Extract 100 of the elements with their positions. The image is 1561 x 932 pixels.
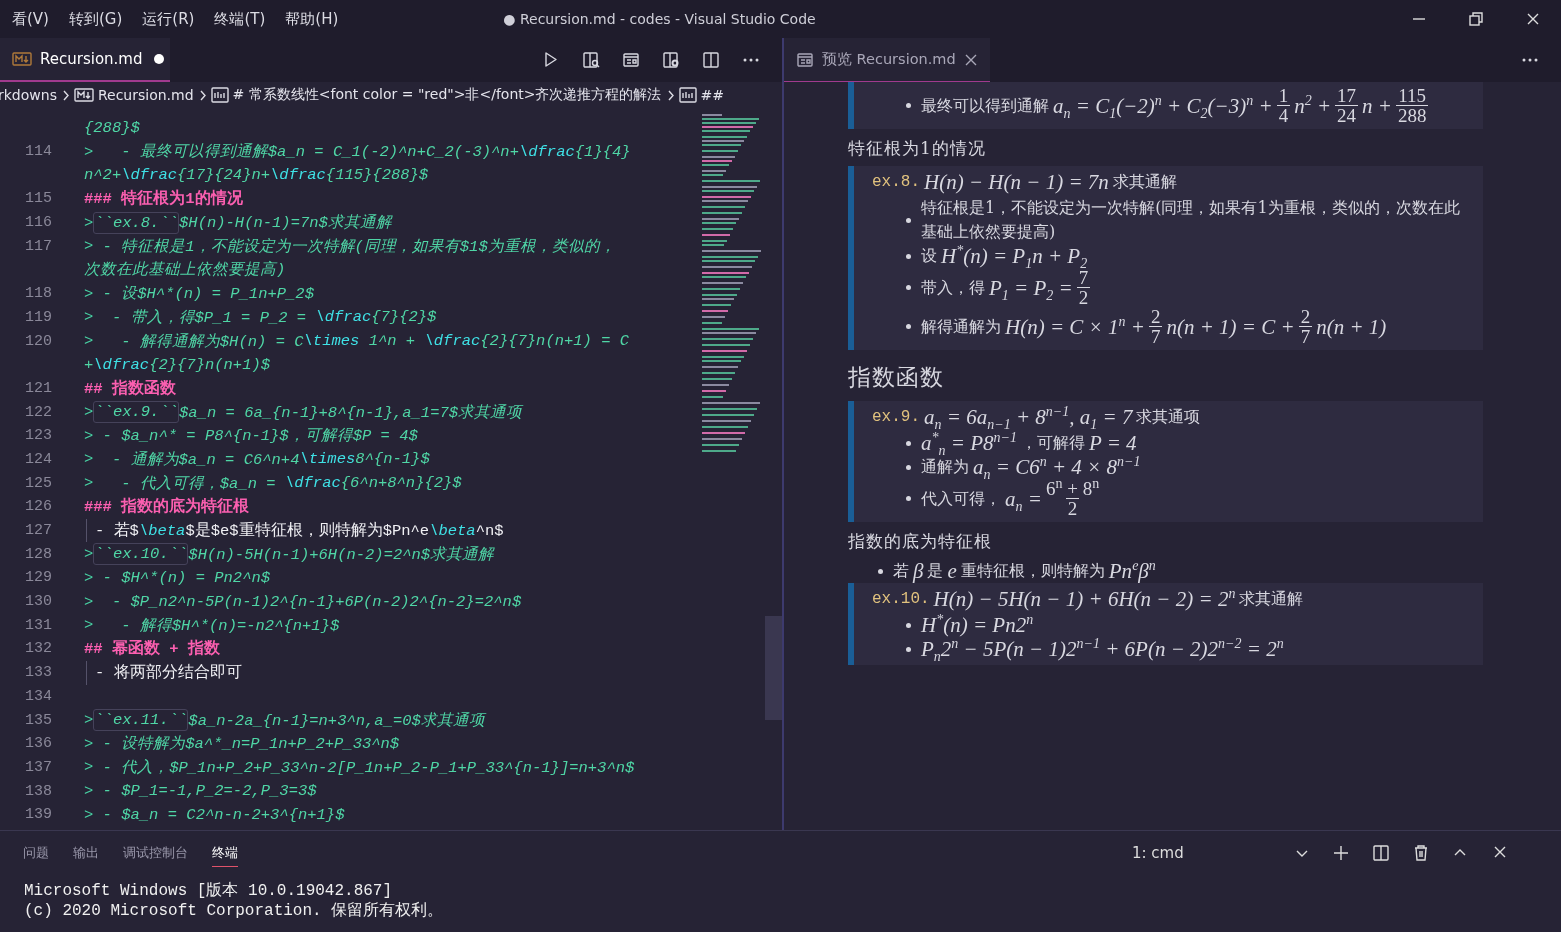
tab-label[interactable]: 预览 Recursion.md <box>822 50 956 69</box>
code-text: - 通解为$a_n = C6^n+4 <box>110 449 300 470</box>
preview-icon[interactable] <box>622 51 640 69</box>
inline-code: ``ex.9.`` <box>93 401 180 424</box>
menu-item[interactable]: 看(V) <box>12 9 49 29</box>
item-text: 带入，得 <box>921 276 985 299</box>
breadcrumb-item[interactable]: rkdowns <box>0 87 57 103</box>
code-text: $H(n)-5H(n-1)+6H(n-2)=2^n$求其通解 <box>188 544 495 565</box>
terminal-dropdown[interactable]: 1: cmd <box>1132 844 1310 862</box>
code-text: $H(n)-H(n-1)=7n$求其通解 <box>179 213 392 234</box>
item-text: 是 <box>927 560 944 582</box>
section-heading: 指数函数 <box>848 363 945 392</box>
code-text: 次数在此基础上依然要提高) <box>84 260 286 281</box>
code-text: - $a_n^* = P8^{n-1}$，可解得$P = 4$ <box>101 426 418 447</box>
line-number: 130 <box>24 593 52 611</box>
line-number: 129 <box>24 569 52 587</box>
breadcrumb-item[interactable]: ## <box>700 87 724 103</box>
line-number: 135 <box>24 711 52 729</box>
close-icon[interactable] <box>963 52 978 67</box>
latex-command: \dfrac <box>424 332 481 351</box>
breadcrumb-item[interactable]: # 常系数线性<font color = "red">非</font>齐次递推方程的解法 <box>232 86 662 104</box>
code-text: {7}{2}$ <box>371 308 437 327</box>
line-number: 120 <box>24 332 52 350</box>
line-number: 127 <box>24 522 52 540</box>
item-text: 重特征根，则特解为 <box>960 560 1105 582</box>
fraction: 2 7 <box>1298 307 1313 346</box>
latex-command: \dfrac <box>284 474 341 493</box>
code-text: - $a_n = C2^n-n-2+3^{n+1}$ <box>101 805 345 824</box>
code-text: - 最终可以得到通解$a_n = C_1(-2)^n+C_2(-3)^n+ <box>120 142 519 163</box>
section-heading: 指数的底为特征根 <box>848 530 993 553</box>
math-expression: a$_{n}$ = C$_{1}$(−2)$^{n}$ + C$_{2}$(−3)$^{n}$ + <box>1053 93 1273 118</box>
line-number: 132 <box>24 640 52 658</box>
code-text: {6^n+8^n}{2}$ <box>340 474 462 493</box>
line-number: 125 <box>24 474 52 492</box>
panel-tab[interactable]: 问题 <box>23 840 49 866</box>
bullet-icon <box>878 568 883 574</box>
inline-code: ex.10. <box>872 590 930 608</box>
line-number: 134 <box>24 687 52 705</box>
play-icon[interactable] <box>542 51 560 69</box>
code-text: $a_n-2a_{n-1}=n+3^n,a_=0$求其通项 <box>188 710 485 731</box>
line-number: 136 <box>24 735 52 753</box>
code-text: {1}{4} <box>574 142 631 161</box>
item-text: 最终可以得到通解 <box>921 94 1049 117</box>
item-text: 解得通解为 <box>921 315 1001 338</box>
fraction: 115 288 <box>1396 86 1429 125</box>
line-number: 131 <box>24 616 52 634</box>
markdown-heading: ### 特征根为1的情况 <box>84 188 243 210</box>
symbol-icon <box>210 87 229 103</box>
code-text: + <box>84 355 94 374</box>
chevron-icon <box>60 88 70 102</box>
code-text: - 设$H^*(n) = P_1n+P_2$ <box>101 284 314 305</box>
quote-marker: > <box>84 805 94 824</box>
quote-marker: > <box>84 426 94 445</box>
quote-marker: > <box>84 758 94 777</box>
restore-icon[interactable] <box>1467 11 1484 27</box>
markdown-heading: ### 指数的底为特征根 <box>84 496 250 518</box>
more-icon[interactable] <box>742 57 760 63</box>
panel-tab[interactable]: 终端 <box>212 839 238 867</box>
more-icon[interactable] <box>1521 57 1539 63</box>
editor-tab[interactable]: Recursion.md <box>0 38 170 82</box>
panel-tab[interactable]: 输出 <box>73 840 99 866</box>
line-number: 126 <box>24 498 52 516</box>
math-expression: H(n) − 5H(n − 1) + 6H(n − 2) = 2$^{n}$ <box>933 587 1236 611</box>
line-number: 139 <box>24 806 52 824</box>
split-editor-icon[interactable] <box>702 51 720 69</box>
code-text: 8^{n-1}$ <box>355 450 430 469</box>
math-expression: β <box>913 559 924 583</box>
split-preview-icon[interactable] <box>582 51 600 69</box>
line-number: 119 <box>24 308 52 326</box>
bullet-icon <box>906 253 911 259</box>
math-expression: a$_{n}$ = C6$^{n}$ + 4 × 8$^{n−1}$ <box>973 455 1141 479</box>
fraction: 17 24 <box>1335 86 1359 125</box>
math-expression: P$_{n}$2$^{n}$ − 5P(n − 1)2$^{n−1}$ + 6P(n − 2)2$^{n−2}$ = 2$^{n}$ <box>921 637 1284 661</box>
quote-marker: > <box>84 568 94 587</box>
math-expression: P = 4 <box>1088 431 1137 455</box>
menu-item[interactable]: 运行(R) <box>142 9 195 29</box>
split-icon[interactable] <box>1371 844 1390 862</box>
latex-command: \dfrac <box>518 142 575 161</box>
code-text: - 代入，$P_1n+P_2+P_33^n-2[P_1n+P_2-P_1+P_33^{n-1}]=n+3^n$ <box>101 757 635 778</box>
menu-item[interactable]: 帮助(H) <box>285 9 339 29</box>
menu-item[interactable]: 转到(G) <box>68 9 123 29</box>
item-text: 若 <box>893 560 909 582</box>
scrollbar-thumb[interactable] <box>765 616 782 720</box>
tab-label[interactable]: Recursion.md <box>40 50 143 68</box>
preview-tab[interactable]: 预览 Recursion.md <box>784 38 990 82</box>
plus-icon[interactable] <box>1331 844 1350 862</box>
latex-command: \times <box>303 332 360 351</box>
math-expression: a$_{n}$ = 6a$_{n−1}$ + 8$^{n−1}$, a$_{1}$ = 7 <box>924 405 1133 429</box>
item-text: 求其通解 <box>1239 588 1304 610</box>
line-number: 138 <box>24 782 52 800</box>
latex-command: \dfrac <box>315 308 372 327</box>
open-preview-side-icon[interactable] <box>662 51 680 69</box>
inline-code: ex.9. <box>872 408 920 426</box>
menu-item[interactable]: 终端(T) <box>214 9 266 29</box>
line-number: 133 <box>24 664 52 682</box>
panel-tab[interactable]: 调试控制台 <box>123 840 188 866</box>
breadcrumb-item[interactable]: Recursion.md <box>97 87 194 103</box>
math-expression: H(n) = C × 1$^{n}$ + <box>1005 314 1145 339</box>
line-number: 122 <box>24 403 52 421</box>
markdown-icon <box>73 88 94 102</box>
